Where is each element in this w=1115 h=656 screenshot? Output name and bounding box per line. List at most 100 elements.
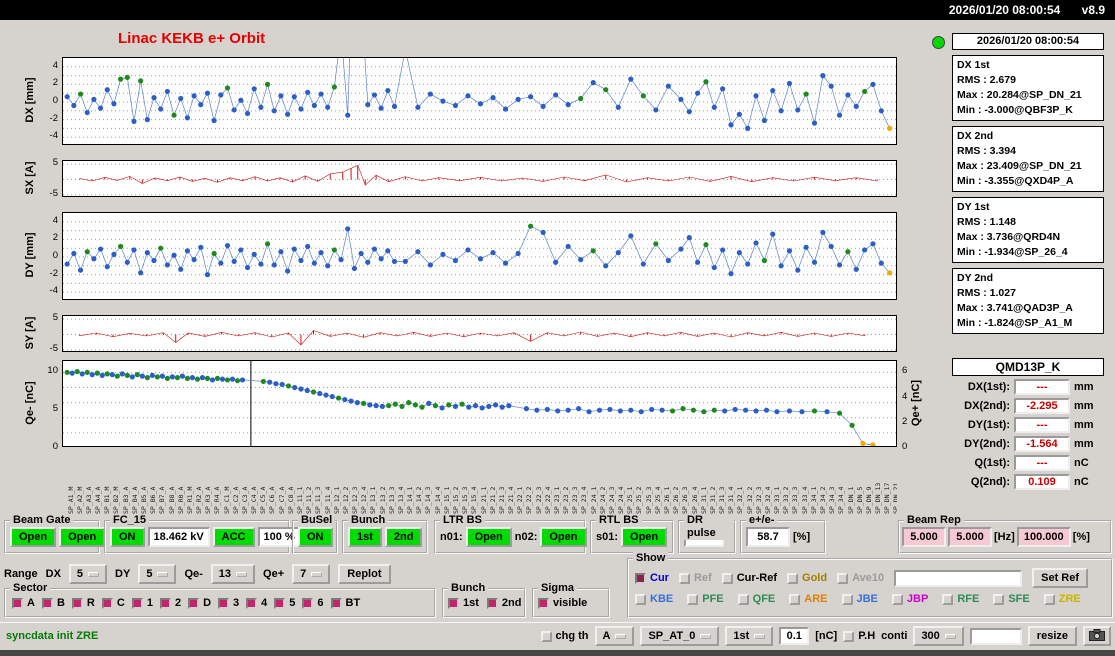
sector-3-box[interactable] <box>218 597 230 609</box>
show-are-box[interactable] <box>789 593 801 605</box>
x-axis-label: SP_22_2 <box>525 486 534 514</box>
ph-checkbox[interactable]: P.H <box>843 630 875 642</box>
sector-select[interactable]: A <box>594 626 635 646</box>
sector-5[interactable]: 5 <box>274 597 295 609</box>
sector-2-box[interactable] <box>159 597 171 609</box>
range-dx-select[interactable]: 5 <box>68 564 108 584</box>
show-jbp-box[interactable] <box>891 593 903 605</box>
show-sfe[interactable]: SFE <box>993 593 1030 605</box>
beam-rep-group: Beam Rep 5.000 5.000 [Hz] 100.000 [%] <box>898 514 1112 554</box>
show-cur[interactable]: Cur <box>635 572 669 584</box>
monitor-select[interactable]: SP_AT_0 <box>640 626 720 646</box>
show-ave10-box[interactable] <box>837 572 849 584</box>
bunch-1st[interactable]: 1st <box>448 597 479 609</box>
show-jbe[interactable]: JBE <box>841 593 878 605</box>
beam-gate-button-2[interactable]: Open <box>59 527 106 547</box>
bunch-2nd-box[interactable] <box>486 597 498 609</box>
show-cur-ref-label: Cur-Ref <box>736 572 778 584</box>
sector-b-box[interactable] <box>41 597 53 609</box>
range-qe-minus-select[interactable]: 13 <box>210 564 256 584</box>
sector-6-box[interactable] <box>302 597 314 609</box>
beam-gate-button-1[interactable]: Open <box>10 527 57 547</box>
rtl-s01-open-button[interactable]: Open <box>621 527 668 547</box>
sector-c-box[interactable] <box>101 597 113 609</box>
sector-c[interactable]: C <box>101 597 125 609</box>
statusbar-input[interactable] <box>969 627 1022 645</box>
set-ref-button[interactable]: Set Ref <box>1032 568 1089 588</box>
show-ref-box[interactable] <box>678 572 690 584</box>
sigma-visible[interactable]: visible <box>538 597 587 609</box>
sector-a-box[interactable] <box>12 597 23 609</box>
bunch-2nd[interactable]: 2nd <box>486 597 521 609</box>
show-zre[interactable]: ZRE <box>1043 593 1081 605</box>
sector-bt[interactable]: BT <box>330 597 360 609</box>
sector-3[interactable]: 3 <box>218 597 239 609</box>
window-titlebar: 2026/01/20 08:00:54 v8.9 <box>0 0 1115 20</box>
sigma-visible-box[interactable] <box>538 597 549 609</box>
sector-bt-box[interactable] <box>330 597 342 609</box>
sector-a[interactable]: A <box>12 597 35 609</box>
show-cur-box[interactable] <box>635 572 646 584</box>
bunch-1st-button[interactable]: 1st <box>348 527 382 547</box>
dx-plot-canvas[interactable] <box>62 57 897 145</box>
ltr-n02-open-button[interactable]: Open <box>540 527 587 547</box>
chg-th-checkbox[interactable]: chg th <box>540 630 589 642</box>
bunch-2nd-button[interactable]: 2nd <box>384 527 423 547</box>
show-rfe-box[interactable] <box>942 593 954 605</box>
sector-1-box[interactable] <box>131 597 143 609</box>
show-qfe-box[interactable] <box>737 593 749 605</box>
ltr-n01-open-button[interactable]: Open <box>465 527 512 547</box>
sector-b[interactable]: B <box>41 597 65 609</box>
show-gold[interactable]: Gold <box>787 572 827 584</box>
sector-4-box[interactable] <box>246 597 258 609</box>
busel-on-button[interactable]: ON <box>298 527 333 547</box>
sector-4[interactable]: 4 <box>246 597 267 609</box>
chg-th-checkbox-box[interactable] <box>540 630 552 642</box>
ltr-n01-label: n01: <box>440 531 463 543</box>
show-are[interactable]: ARE <box>789 593 828 605</box>
sector-1[interactable]: 1 <box>131 597 153 609</box>
sector-5-box[interactable] <box>274 597 286 609</box>
sector-d-box[interactable] <box>188 597 200 609</box>
sector-r-box[interactable] <box>71 597 83 609</box>
ph-checkbox-box[interactable] <box>843 630 855 642</box>
qe-y-tick: 10 <box>47 365 58 377</box>
sector-2[interactable]: 2 <box>159 597 181 609</box>
interval-select[interactable]: 300 <box>913 626 964 646</box>
show-pfe[interactable]: PFE <box>687 593 724 605</box>
set-ref-input[interactable] <box>894 569 1023 587</box>
screenshot-button[interactable] <box>1083 626 1111 646</box>
range-qe-plus-select[interactable]: 7 <box>292 564 331 584</box>
show-zre-box[interactable] <box>1043 593 1055 605</box>
show-qfe[interactable]: QFE <box>737 593 775 605</box>
fc15-on-button[interactable]: ON <box>110 527 145 547</box>
show-sfe-box[interactable] <box>993 593 1005 605</box>
qe-plot-canvas[interactable] <box>62 360 897 447</box>
show-cur-ref-box[interactable] <box>721 572 733 584</box>
show-kbe[interactable]: KBE <box>635 593 673 605</box>
fc15-acc-button[interactable]: ACC <box>212 527 255 547</box>
show-ave10[interactable]: Ave10 <box>837 572 884 584</box>
show-rfe[interactable]: RFE <box>942 593 979 605</box>
show-jbe-box[interactable] <box>841 593 853 605</box>
bunch-1st-box[interactable] <box>448 597 459 609</box>
x-axis-label: SP_R3_A <box>204 486 213 514</box>
show-gold-box[interactable] <box>787 572 799 584</box>
range-dy-select[interactable]: 5 <box>138 564 177 584</box>
resize-button[interactable]: resize <box>1027 626 1077 646</box>
sx-plot-canvas[interactable] <box>62 160 897 197</box>
sector-6[interactable]: 6 <box>302 597 324 609</box>
monitor-row-unit: mm <box>1074 400 1094 412</box>
show-jbp[interactable]: JBP <box>891 593 928 605</box>
sy-plot-canvas[interactable] <box>62 315 897 352</box>
bunch-order-select[interactable]: 1st <box>725 626 774 646</box>
dy-plot-canvas[interactable] <box>62 212 897 300</box>
replot-button[interactable]: Replot <box>338 564 391 584</box>
show-cur-ref[interactable]: Cur-Ref <box>721 572 778 584</box>
show-kbe-label: KBE <box>650 593 674 605</box>
sector-r[interactable]: R <box>71 597 95 609</box>
sector-d[interactable]: D <box>188 597 211 609</box>
show-ref[interactable]: Ref <box>678 572 712 584</box>
show-kbe-box[interactable] <box>635 593 646 605</box>
show-pfe-box[interactable] <box>687 593 699 605</box>
